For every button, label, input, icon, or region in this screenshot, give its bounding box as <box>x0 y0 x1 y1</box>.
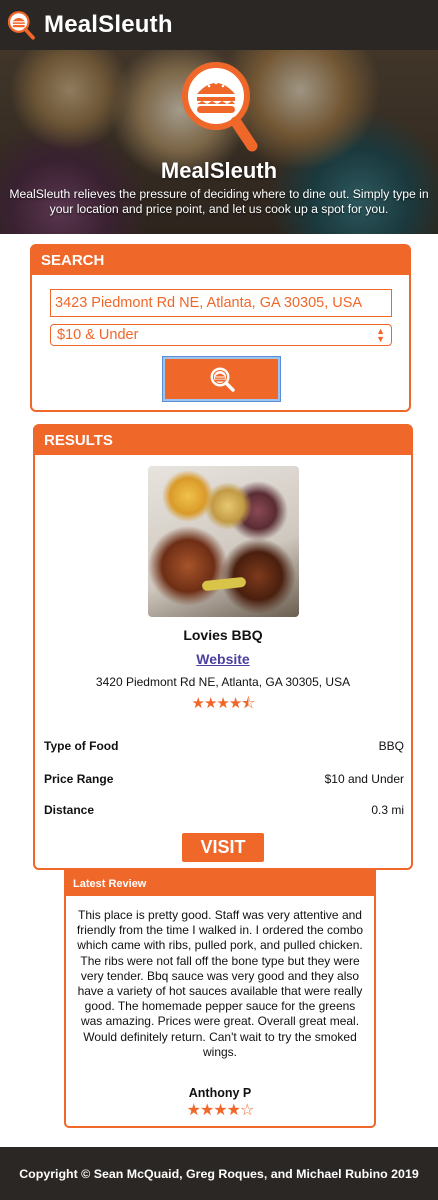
hero-description: MealSleuth relieves the pressure of deci… <box>9 187 429 216</box>
detail-row-distance: Distance 0.3 mi <box>44 803 404 817</box>
footer-copyright: Copyright © Sean McQuaid, Greg Roques, a… <box>0 1147 438 1200</box>
restaurant-website-link[interactable]: Website <box>35 651 411 667</box>
detail-value: BBQ <box>378 739 404 753</box>
latest-review-panel: Latest Review This place is pretty good.… <box>64 870 376 1128</box>
magnifier-burger-icon <box>210 367 235 392</box>
detail-row-price-range: Price Range $10 and Under <box>44 772 404 786</box>
magnifier-burger-icon <box>182 62 258 152</box>
results-heading: RESULTS <box>35 426 411 455</box>
hero-title: MealSleuth <box>160 158 278 183</box>
detail-row-food-type: Type of Food BBQ <box>44 739 404 753</box>
detail-value: 0.3 mi <box>371 803 404 817</box>
search-button[interactable] <box>162 356 281 402</box>
search-heading: SEARCH <box>32 246 409 275</box>
detail-label: Price Range <box>44 772 114 786</box>
restaurant-name: Lovies BBQ <box>183 627 263 643</box>
brand-name[interactable]: MealSleuth <box>44 11 173 39</box>
review-rating-stars-icon: ★★★★☆ <box>186 1100 255 1119</box>
detail-label: Type of Food <box>44 739 119 753</box>
visit-button[interactable]: VISIT <box>182 833 264 862</box>
review-heading: Latest Review <box>66 870 374 896</box>
price-range-selected: $10 & Under <box>57 327 139 343</box>
restaurant-address: 3420 Piedmont Rd NE, Atlanta, GA 30305, … <box>95 675 351 689</box>
restaurant-rating-stars-icon: ★★★★⯪ <box>191 694 256 712</box>
search-panel: SEARCH $10 & Under ▲▼ <box>30 244 411 412</box>
top-nav-bar: MealSleuth <box>0 0 438 50</box>
price-range-select[interactable]: $10 & Under ▲ ▼ <box>50 324 392 346</box>
reviewer-name: Anthony P <box>188 1086 252 1100</box>
magnifier-burger-logo-icon[interactable] <box>6 10 36 40</box>
detail-label: Distance <box>44 803 95 817</box>
results-panel: RESULTS Lovies BBQ Website 3420 Piedmont… <box>33 424 413 870</box>
select-arrows-icon: ▲ ▼ <box>376 326 385 344</box>
detail-value: $10 and Under <box>324 772 404 786</box>
restaurant-photo <box>148 466 299 617</box>
review-text: This place is pretty good. Staff was ver… <box>76 908 364 1059</box>
address-input[interactable] <box>50 289 392 317</box>
hero-banner: MealSleuth MealSleuth relieves the press… <box>0 50 438 234</box>
